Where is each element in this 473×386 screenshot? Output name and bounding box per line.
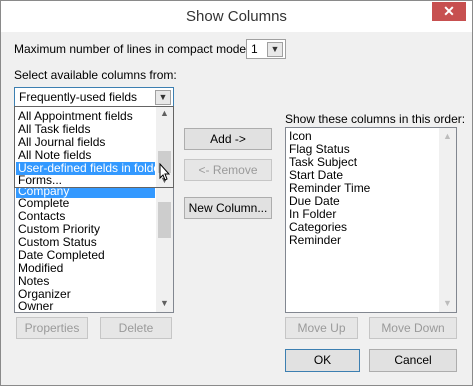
- window-title: Show Columns: [186, 8, 287, 25]
- new-column-button[interactable]: New Column...: [184, 197, 272, 219]
- mouse-pointer-icon: [159, 163, 171, 181]
- scroll-up-icon[interactable]: ▲: [439, 128, 456, 145]
- columns-source-value: Frequently-used fields: [19, 90, 138, 104]
- cancel-button[interactable]: Cancel: [369, 349, 457, 372]
- title-bar: Show Columns ✕: [1, 1, 472, 32]
- available-columns-label: Select available columns from:: [14, 68, 177, 82]
- chevron-down-icon[interactable]: ▼: [267, 42, 283, 57]
- remove-button[interactable]: <- Remove: [184, 159, 272, 181]
- scroll-down-icon[interactable]: ▼: [156, 295, 173, 312]
- chevron-down-icon[interactable]: ▼: [155, 90, 171, 105]
- compact-lines-select[interactable]: 1 ▼: [246, 39, 286, 59]
- scroll-up-icon[interactable]: ▲: [156, 107, 173, 120]
- compact-lines-label: Maximum number of lines in compact mode:: [14, 42, 250, 56]
- scroll-down-icon[interactable]: ▼: [439, 295, 456, 312]
- delete-button[interactable]: Delete: [100, 317, 172, 339]
- shown-scrollbar[interactable]: ▲ ▼: [439, 128, 456, 312]
- properties-button[interactable]: Properties: [16, 317, 88, 339]
- list-item[interactable]: Owner: [18, 300, 53, 313]
- show-columns-dialog: Show Columns ✕ Maximum number of lines i…: [0, 0, 473, 386]
- columns-source-select[interactable]: Frequently-used fields ▼: [14, 87, 174, 107]
- move-down-button[interactable]: Move Down: [369, 317, 457, 339]
- compact-lines-value: 1: [251, 42, 258, 56]
- columns-source-dropdown[interactable]: All Appointment fields All Task fields A…: [14, 106, 174, 188]
- shown-columns-list[interactable]: Icon Flag Status Task Subject Start Date…: [285, 127, 457, 313]
- close-icon[interactable]: ✕: [432, 2, 466, 21]
- scroll-thumb[interactable]: [158, 202, 171, 238]
- move-up-button[interactable]: Move Up: [285, 317, 358, 339]
- ok-button[interactable]: OK: [285, 349, 360, 372]
- dropdown-option[interactable]: Forms...: [18, 174, 62, 187]
- list-item[interactable]: Reminder: [289, 234, 341, 247]
- dropdown-option[interactable]: All Note fields: [18, 149, 91, 162]
- shown-columns-label: Show these columns in this order:: [285, 112, 466, 126]
- add-button[interactable]: Add ->: [184, 128, 272, 150]
